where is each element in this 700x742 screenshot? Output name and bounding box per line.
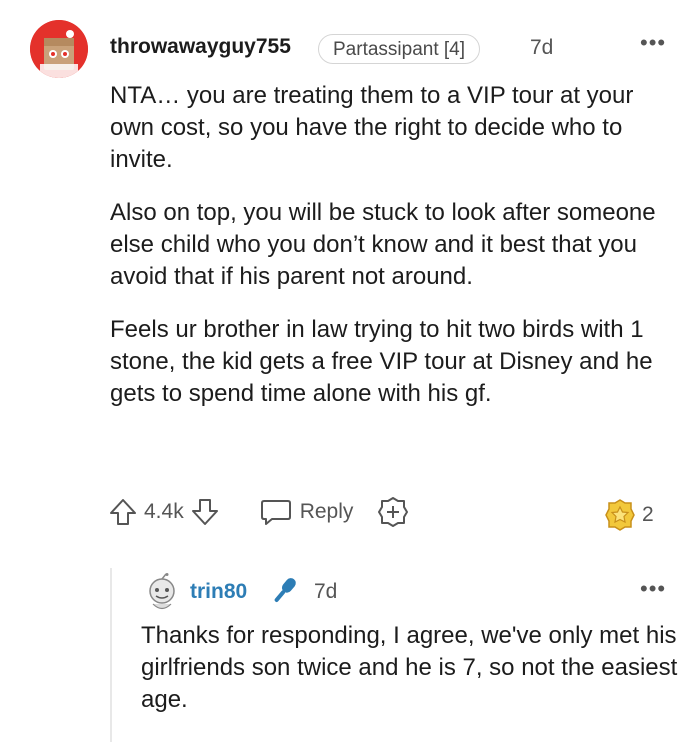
downvote-arrow-icon[interactable]: [190, 497, 220, 527]
award-display[interactable]: 2: [604, 498, 654, 532]
add-award-icon: [378, 497, 409, 527]
add-award-button[interactable]: [377, 496, 409, 528]
award-badge-icon: [605, 499, 635, 531]
reply-button[interactable]: Reply: [260, 497, 354, 527]
comment-paragraph: Also on top, you will be stuck to look a…: [110, 199, 656, 290]
comment-action-bar: 4.4k Reply: [108, 494, 409, 530]
reply-more-options-button[interactable]: •••: [640, 576, 666, 602]
user-flair-badge: Partassipant [4]: [318, 34, 481, 64]
snoo-avatar-icon[interactable]: [30, 20, 88, 78]
reply-timestamp[interactable]: 7d: [314, 580, 337, 604]
reply-body: Thanks for responding, I agree, we've on…: [141, 622, 678, 713]
thread-line[interactable]: [110, 568, 112, 742]
comment-paragraph: Feels ur brother in law trying to hit tw…: [110, 316, 653, 407]
reply-avatar-icon[interactable]: [142, 573, 182, 613]
reply-label: Reply: [299, 500, 354, 523]
vote-count: 4.4k: [144, 500, 184, 523]
comment-username[interactable]: throwawayguy755: [110, 35, 291, 59]
more-options-button[interactable]: •••: [640, 30, 666, 56]
downvote-button[interactable]: [190, 497, 220, 527]
comment-thread: throwawayguy755 Partassipant [4] 7d ••• …: [0, 0, 700, 742]
upvote-button[interactable]: [108, 497, 138, 527]
reply-username[interactable]: trin80: [190, 580, 247, 604]
comment-paragraph: NTA… you are treating them to a VIP tour…: [110, 82, 634, 173]
comment-timestamp[interactable]: 7d: [530, 36, 553, 60]
upvote-arrow-icon[interactable]: [108, 497, 138, 527]
comment-body: NTA… you are treating them to a VIP tour…: [110, 80, 680, 431]
speech-bubble-icon: [260, 500, 291, 525]
award-count: 2: [642, 503, 654, 526]
microphone-icon: [268, 573, 302, 612]
